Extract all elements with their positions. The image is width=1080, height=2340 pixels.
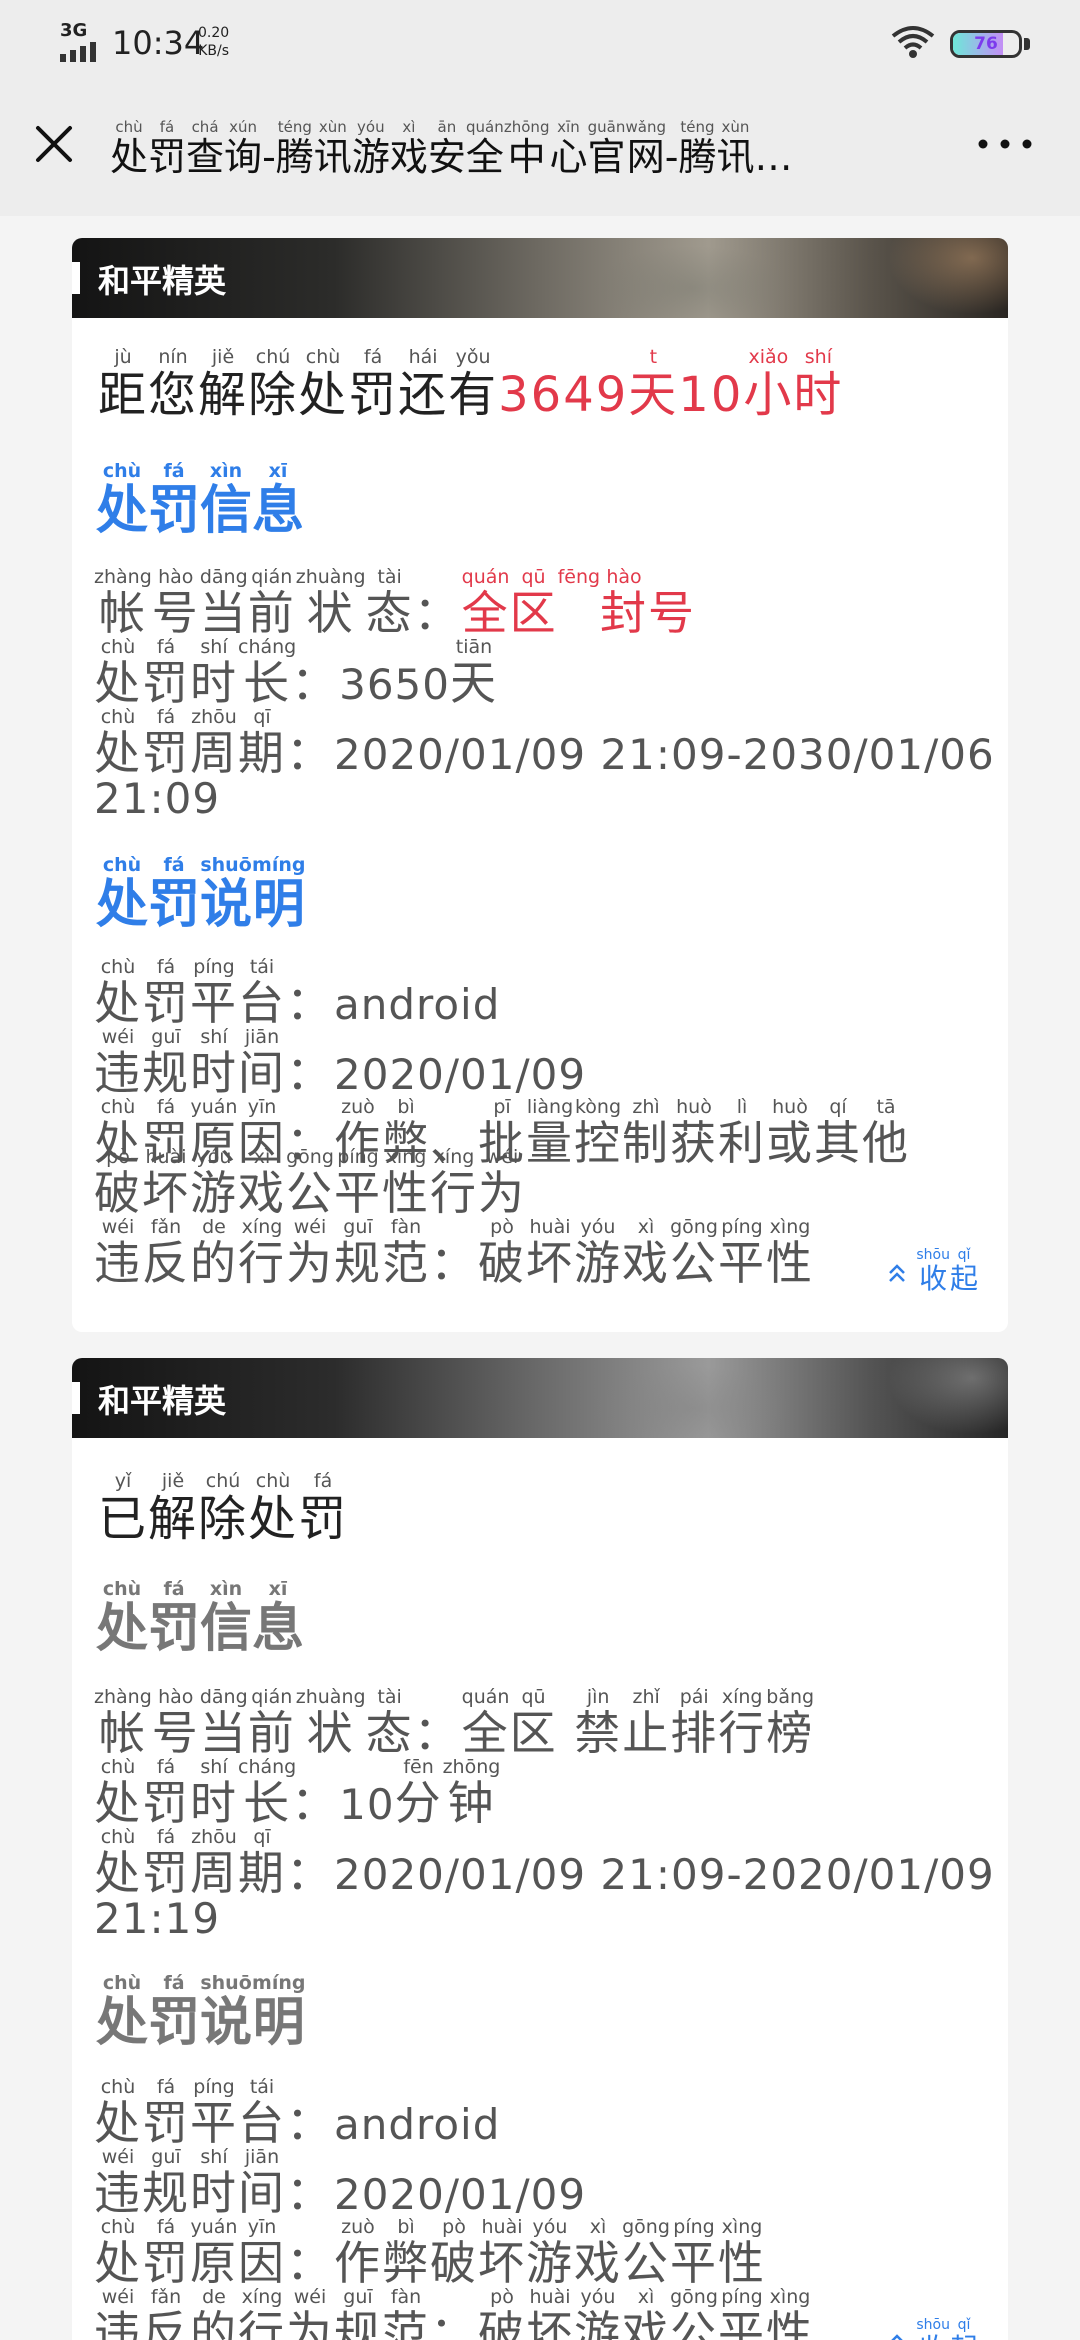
- ruby-text: 处chù罚fá说shuō明míng: [96, 1972, 306, 2053]
- chevron-up-icon: [891, 2333, 904, 2340]
- game-name: 和平精英: [98, 262, 227, 300]
- ruby-text: 处chù罚fá周zhōu期qī：: [94, 706, 334, 780]
- period-value: 2020/01/09 21:09-2020/01/09: [334, 1850, 995, 1899]
- ruby-text: 处chù罚fá原yuán因yīn：: [94, 2216, 334, 2290]
- battery-percent: 76: [974, 34, 998, 54]
- ruby-text: 小xiǎo时shí: [743, 346, 844, 423]
- nav-bar: 处chù罚fá查chá询xún-腾téng讯xùn游yóu戏xì安ān全quán…: [0, 84, 1080, 216]
- ruby-text: 处chù罚fá时shí长cháng：: [94, 1756, 340, 1830]
- collapse-button[interactable]: 收shōu起qǐ: [886, 1247, 978, 1297]
- collapse-button[interactable]: 收shōu起qǐ: [886, 2317, 978, 2340]
- period-row: 处chù罚fá周zhōu期qī：2020/01/09 21:09-2020/01…: [94, 1826, 995, 1899]
- duration-row: 处chù罚fá时shí长cháng：10分fēn钟zhōng: [94, 1756, 500, 1829]
- ruby-text: 处chù罚fá周zhōu期qī：: [94, 1826, 334, 1900]
- release-status: 已yǐ解jiě除chú处chù罚fá: [98, 1470, 348, 1543]
- duration-value: 3650: [339, 660, 450, 709]
- violation-time-row: 违wéi规guī时shí间jiān：2020/01/09: [94, 2146, 587, 2219]
- content-scroll[interactable]: 和平精英 距jù您nín解jiě除chú处chù罚fá还hái有yǒu3649天…: [0, 216, 1080, 2340]
- punishment-card: 和平精英 已yǐ解jiě除chú处chù罚fá 处chù罚fá信xìn息xī 帐…: [72, 1358, 1008, 2340]
- violation-time-value: 2020/01/09: [334, 2170, 587, 2219]
- norm-row: 违wéi反fǎn的de行xíng为wéi规guī范fàn：破pò坏huài游yó…: [94, 1216, 814, 1286]
- info-heading: 处chù罚fá信xìn息xī: [96, 460, 305, 543]
- close-icon[interactable]: [24, 114, 84, 174]
- battery-icon: 76: [950, 30, 1022, 58]
- ruby-text: 收shōu起qǐ: [916, 2317, 978, 2340]
- ruby-text: 违wéi反fǎn的de行xíng为wéi规guī范fàn：: [94, 2286, 478, 2340]
- ruby-text: 处chù罚fá说shuō明míng: [96, 854, 306, 935]
- platform-row: 处chù罚fá平píng台tái：android: [94, 956, 501, 1029]
- chevron-up-icon: [889, 1263, 906, 1282]
- ruby-text: 处chù罚fá平píng台tái：: [94, 2076, 334, 2150]
- status-bar: 3G 10:34 0.20 KB/s 76: [0, 0, 1080, 84]
- ruby-text: 破pò坏huài游yóu戏xì公gōng平píng性xìng: [478, 1216, 814, 1290]
- signal-icon: 3G: [60, 20, 106, 62]
- ruby-text: 违wéi规guī时shí间jiān：: [94, 1026, 334, 1100]
- speed-value: 0.20: [198, 25, 230, 41]
- period-row: 处chù罚fá周zhōu期qī：2020/01/09 21:09-2030/01…: [94, 706, 995, 779]
- explain-heading: 处chù罚fá说shuō明míng: [96, 854, 306, 937]
- page-title: 处chù罚fá查chá询xún-腾téng讯xùn游yóu戏xì安ān全quán…: [110, 120, 793, 179]
- ruby-text: 破pò坏huài游yóu戏xì公gōng平píng性xìng行xíng为wéi: [94, 1146, 526, 1220]
- ruby-text: 作zuò弊bì破pò坏huài游yóu戏xì公gōng平píng性xìng: [334, 2216, 766, 2290]
- ruby-text: 破pò坏huài游yóu戏xì公gōng平píng性xìng: [478, 2286, 814, 2340]
- ruby-text: 帐zhàng号hào当dāng前qián状zhuàng态tài：: [94, 1686, 462, 1760]
- duration-row: 处chù罚fá时shí长cháng：3650天tiān: [94, 636, 498, 709]
- explain-heading: 处chù罚fá说shuō明míng: [96, 1972, 306, 2055]
- reason-row: 处chù罚fá原yuán因yīn：作zuò弊bì破pò坏huài游yóu戏xì公…: [94, 2216, 766, 2286]
- ruby-text: 处chù罚fá信xìn息xī: [96, 1578, 305, 1659]
- wifi-icon: [891, 26, 935, 58]
- platform-value: android: [334, 980, 501, 1029]
- game-banner: 和平精英: [72, 238, 1008, 318]
- platform-row: 处chù罚fá平píng台tái：android: [94, 2076, 501, 2149]
- ruby-text: 违wéi反fǎn的de行xíng为wéi规guī范fàn：: [94, 1216, 478, 1290]
- period-value: 2020/01/09 21:09-2030/01/06: [334, 730, 995, 779]
- more-options-icon[interactable]: [960, 114, 1050, 174]
- punishment-card: 和平精英 距jù您nín解jiě除chú处chù罚fá还hái有yǒu3649天…: [72, 238, 1008, 1332]
- info-heading: 处chù罚fá信xìn息xī: [96, 1578, 305, 1661]
- ruby-text: 全quán区qū fēng封hào号: [461, 566, 697, 640]
- release-countdown: 距jù您nín解jiě除chú处chù罚fá还hái有yǒu3649天t10小x…: [98, 346, 843, 419]
- norm-row: 违wéi反fǎn的de行xíng为wéi规guī范fàn：破pò坏huài游yó…: [94, 2286, 814, 2340]
- ruby-text: 收shōu起qǐ: [916, 1247, 978, 1295]
- game-name: 和平精英: [98, 1382, 227, 1420]
- ruby-text: 天tiān: [450, 636, 498, 710]
- ruby-text: 已yǐ解jiě除chú处chù罚fá: [98, 1470, 349, 1547]
- account-state-row: 帐zhàng号hào当dāng前qián状zhuàng态tài：全quán区qū…: [94, 1686, 814, 1756]
- speed-unit: KB/s: [198, 43, 229, 59]
- period-value-cont: 21:09: [94, 774, 221, 823]
- network-type: 3G: [60, 20, 88, 41]
- ruby-text: 天t: [628, 346, 679, 423]
- violation-time-row: 违wéi规guī时shí间jiān：2020/01/09: [94, 1026, 587, 1099]
- ruby-text: 违wéi规guī时shí间jiān：: [94, 2146, 334, 2220]
- ruby-text: 全quán区qū 禁jìn止zhǐ排pái行xíng榜bǎng: [461, 1686, 815, 1760]
- violation-time-value: 2020/01/09: [334, 1050, 587, 1099]
- ruby-text: 处chù罚fá平píng台tái：: [94, 956, 334, 1030]
- ruby-text: 分fēn钟zhōng: [394, 1756, 501, 1830]
- ruby-text: 处chù罚fá信xìn息xī: [96, 460, 305, 541]
- reason-row-cont: 破pò坏huài游yóu戏xì公gōng平píng性xìng行xíng为wéi: [94, 1146, 526, 1216]
- duration-value: 10: [339, 1780, 395, 1829]
- clock: 10:34: [112, 24, 205, 62]
- platform-value: android: [334, 2100, 501, 2149]
- network-speed: 0.20 KB/s: [198, 24, 229, 60]
- period-value-cont: 21:19: [94, 1894, 221, 1943]
- ruby-text: 处chù罚fá时shí长cháng：: [94, 636, 340, 710]
- account-state-row: 帐zhàng号hào当dāng前qián状zhuàng态tài：全quán区qū…: [94, 566, 696, 636]
- remain-days: 3649: [498, 367, 629, 423]
- ruby-text: 帐zhàng号hào当dāng前qián状zhuàng态tài：: [94, 566, 462, 640]
- game-banner: 和平精英: [72, 1358, 1008, 1438]
- ruby-text: 距jù您nín解jiě除chú处chù罚fá还hái有yǒu: [98, 346, 499, 423]
- remain-hours: 10: [678, 367, 744, 423]
